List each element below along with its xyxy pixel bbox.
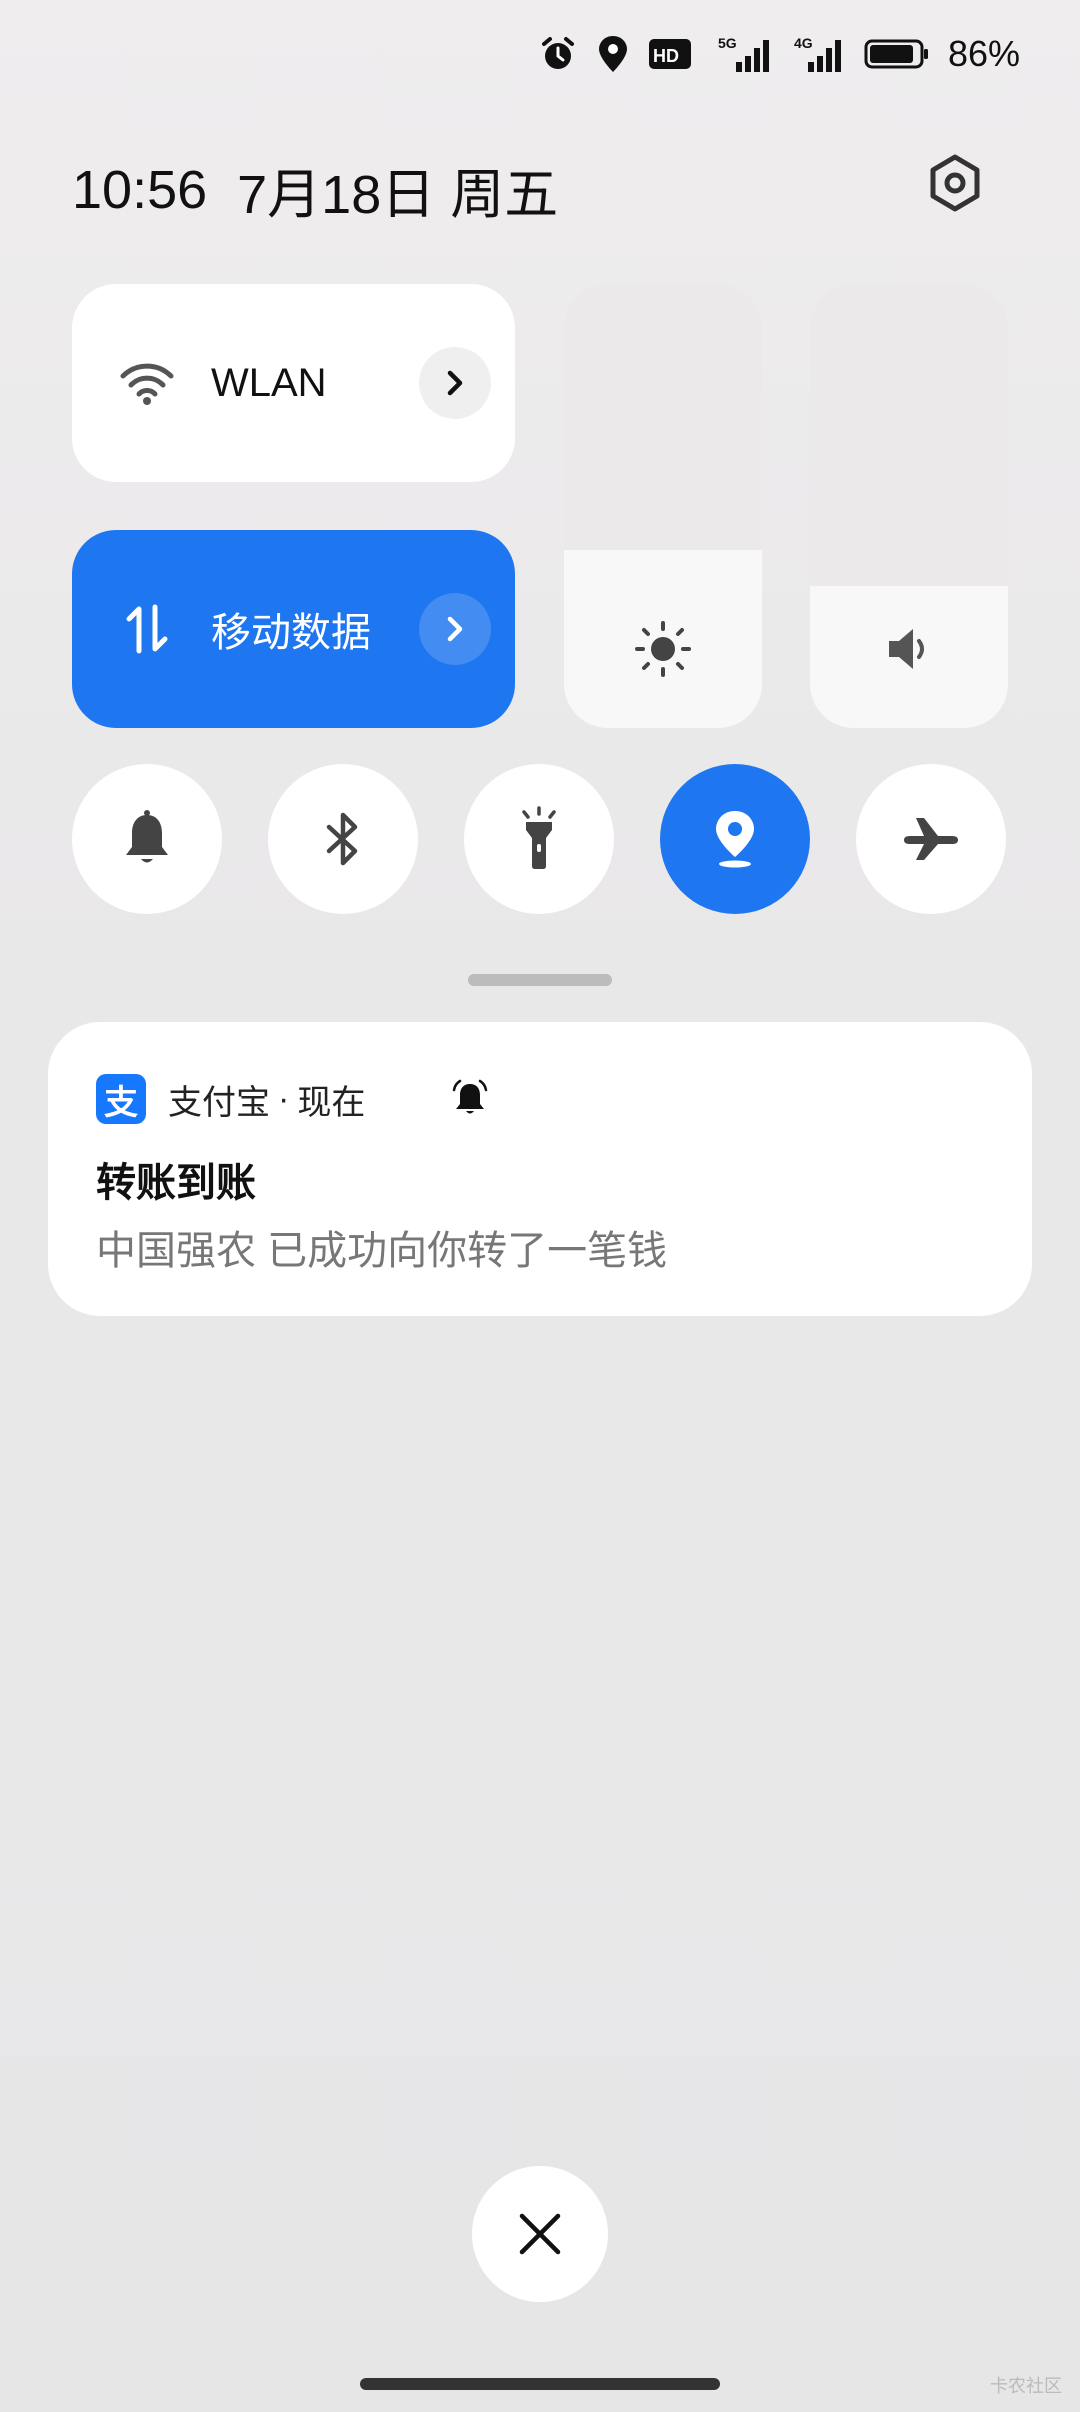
separator-dot: · — [278, 1079, 290, 1118]
data-arrows-icon — [112, 594, 182, 664]
location-toggle[interactable] — [660, 764, 810, 914]
watermark: 卡农社区 — [990, 2376, 1062, 2396]
flashlight-icon — [522, 806, 556, 869]
clock-time: 10:56 — [72, 159, 208, 220]
panel-drag-handle[interactable] — [468, 974, 612, 986]
status-bar: HD 5G 4G 86% — [538, 30, 1020, 78]
wifi-icon — [112, 348, 182, 418]
svg-text:5G: 5G — [718, 35, 737, 51]
mobile-data-expand-button[interactable] — [419, 593, 491, 665]
settings-icon — [930, 154, 980, 212]
chevron-right-icon — [447, 616, 463, 642]
wlan-expand-button[interactable] — [419, 347, 491, 419]
datetime-header: 10:56 7月18日 周五 — [72, 150, 558, 229]
mobile-data-tile[interactable]: 移动数据 — [72, 530, 515, 728]
notification-body: 中国强农 已成功向你转了一笔钱 — [96, 1229, 668, 1273]
wlan-label: WLAN — [211, 360, 327, 405]
hd-icon: HD — [648, 39, 691, 69]
battery-icon — [864, 39, 928, 69]
4g-signal-icon: 4G — [794, 35, 841, 72]
mobile-data-label: 移动数据 — [211, 611, 371, 655]
volume-slider[interactable] — [810, 284, 1008, 728]
brightness-icon — [564, 614, 762, 684]
bluetooth-icon — [326, 812, 358, 866]
settings-button[interactable] — [920, 148, 990, 218]
alert-bell-icon — [452, 1079, 488, 1114]
airplane-toggle[interactable] — [856, 764, 1006, 914]
svg-text:4G: 4G — [794, 35, 813, 51]
notification-header: 支付宝 · 现在 — [168, 1074, 365, 1124]
home-indicator[interactable] — [360, 2378, 720, 2390]
location-icon — [716, 811, 754, 868]
notification-title: 转账到账 — [96, 1161, 256, 1205]
speaker-icon — [810, 614, 1008, 684]
5g-signal-icon: 5G — [718, 35, 769, 72]
alipay-app-icon: 支 — [96, 1074, 146, 1124]
chevron-right-icon — [447, 370, 463, 396]
battery-percent: 86% — [947, 33, 1020, 74]
app-name: 支付宝 — [168, 1083, 270, 1122]
wlan-tile[interactable]: WLAN — [72, 284, 515, 482]
clear-notifications-button[interactable] — [472, 2166, 608, 2302]
airplane-icon — [904, 818, 958, 860]
notification-card[interactable]: 支 支付宝 · 现在 转账到账 中国强农 已成功向你转了一笔钱 — [48, 1022, 1032, 1316]
close-icon — [519, 2213, 561, 2255]
date: 7月18日 周五 — [237, 165, 559, 225]
location-icon — [598, 36, 627, 72]
notification-time: 现在 — [297, 1083, 366, 1122]
alarm-icon — [541, 37, 574, 69]
brightness-slider[interactable] — [564, 284, 762, 728]
bluetooth-toggle[interactable] — [268, 764, 418, 914]
svg-text:HD: HD — [653, 46, 679, 66]
flashlight-toggle[interactable] — [464, 764, 614, 914]
bell-icon — [126, 810, 168, 863]
ring-toggle[interactable] — [72, 764, 222, 914]
